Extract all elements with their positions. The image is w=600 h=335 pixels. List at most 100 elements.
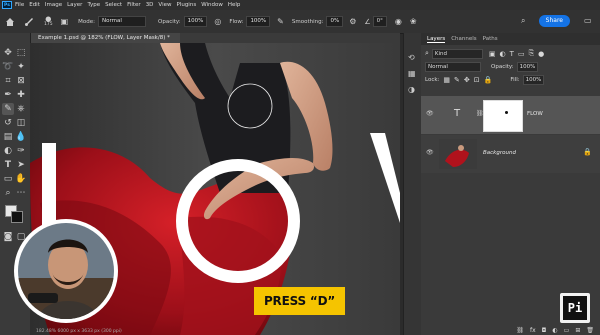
quick-mask-icon[interactable]: ◙ bbox=[2, 231, 14, 243]
flow-label: Flow: bbox=[229, 18, 244, 25]
menu-bar: Ps File Edit Image Layer Type Select Fil… bbox=[0, 0, 600, 10]
banner-text: PRESS “D” bbox=[263, 294, 336, 308]
lasso-tool-icon[interactable]: ➰ bbox=[2, 61, 14, 73]
layer-row-flow[interactable]: 👁 T ⛓ FLOW bbox=[421, 96, 600, 134]
pressure-opacity-icon[interactable]: ◎ bbox=[214, 17, 221, 26]
layer-opacity-field[interactable]: 100% bbox=[516, 61, 539, 72]
type-tool-icon[interactable]: T bbox=[2, 159, 14, 171]
stamp-tool-icon[interactable]: ⎈ bbox=[15, 103, 27, 115]
smoothing-field[interactable]: 0% bbox=[326, 16, 344, 27]
delete-layer-icon[interactable]: 🗑 bbox=[586, 327, 594, 334]
visibility-eye-icon[interactable]: 👁 bbox=[426, 110, 434, 117]
pen-tool-icon[interactable]: ✑ bbox=[15, 145, 27, 157]
smoothing-settings-icon[interactable]: ⚙ bbox=[349, 17, 356, 26]
healing-tool-icon[interactable]: ✚ bbox=[15, 89, 27, 101]
layer-fill-field[interactable]: 100% bbox=[522, 74, 545, 85]
shape-tool-icon[interactable]: ▭ bbox=[2, 173, 14, 185]
menu-3d[interactable]: 3D bbox=[146, 2, 154, 8]
tab-paths[interactable]: Paths bbox=[483, 36, 498, 42]
layers-panel-footer: ⛓ fx ◘ ◐ ▭ ⊞ 🗑 bbox=[421, 325, 600, 335]
angle-field[interactable]: 0° bbox=[372, 16, 387, 27]
brush-size-picker[interactable]: ● 175 bbox=[44, 15, 53, 28]
filter-shape-icon[interactable]: ▭ bbox=[518, 50, 525, 58]
brush-tool-icon[interactable] bbox=[24, 17, 34, 27]
lock-all-icon[interactable]: 🔒 bbox=[484, 76, 493, 84]
crop-tool-icon[interactable]: ⌗ bbox=[2, 75, 14, 87]
fill-label: Fill: bbox=[510, 76, 520, 83]
hand-tool-icon[interactable]: ✋ bbox=[15, 173, 27, 185]
tab-channels[interactable]: Channels bbox=[451, 36, 476, 42]
tab-layers[interactable]: Layers bbox=[427, 36, 446, 43]
menu-window[interactable]: Window bbox=[201, 2, 223, 8]
menu-view[interactable]: View bbox=[158, 2, 171, 8]
menu-plugins[interactable]: Plugins bbox=[176, 2, 196, 8]
menu-image[interactable]: Image bbox=[45, 2, 62, 8]
menu-help[interactable]: Help bbox=[228, 2, 241, 8]
lock-artboard-icon[interactable]: ⊡ bbox=[474, 76, 480, 84]
link-layers-icon[interactable]: ⛓ bbox=[516, 327, 524, 334]
opacity-field[interactable]: 100% bbox=[183, 16, 208, 27]
presenter-avatar bbox=[18, 223, 114, 319]
workspace-icon[interactable]: ▭ bbox=[584, 16, 592, 25]
filter-type-icon[interactable]: T bbox=[510, 50, 514, 58]
path-selection-tool-icon[interactable]: ➤ bbox=[15, 159, 27, 171]
lock-paint-icon[interactable]: ✎ bbox=[454, 76, 460, 84]
history-panel-icon[interactable]: ⟲ bbox=[408, 53, 415, 62]
share-button[interactable]: Share bbox=[538, 15, 570, 27]
visibility-eye-icon[interactable]: 👁 bbox=[426, 149, 434, 156]
zoom-tool-icon[interactable]: ⌕ bbox=[2, 187, 14, 199]
more-tools-icon[interactable]: ⋯ bbox=[15, 187, 27, 199]
layer-row-background[interactable]: 👁 Background 🔒 bbox=[421, 135, 600, 173]
lock-move-icon[interactable]: ✥ bbox=[464, 76, 470, 84]
background-color-swatch[interactable] bbox=[11, 211, 23, 223]
magic-wand-tool-icon[interactable]: ✦ bbox=[15, 61, 27, 73]
marquee-tool-icon[interactable]: ⬚ bbox=[15, 47, 27, 59]
menu-layer[interactable]: Layer bbox=[67, 2, 82, 8]
layer-mask-thumbnail[interactable] bbox=[483, 100, 523, 132]
flow-field[interactable]: 100% bbox=[246, 16, 271, 27]
adjustments-panel-icon[interactable]: ◑ bbox=[408, 85, 415, 94]
lock-pixels-icon[interactable]: ▦ bbox=[443, 76, 450, 84]
filter-pixel-icon[interactable]: ▣ bbox=[489, 50, 496, 58]
adjustment-layer-icon[interactable]: ◐ bbox=[552, 327, 557, 334]
eyedropper-tool-icon[interactable]: ✒ bbox=[2, 89, 14, 101]
menu-type[interactable]: Type bbox=[87, 2, 100, 8]
blur-tool-icon[interactable]: 💧 bbox=[15, 131, 27, 143]
airbrush-icon[interactable]: ✎ bbox=[277, 17, 284, 26]
menu-select[interactable]: Select bbox=[105, 2, 122, 8]
brush-settings-icon[interactable]: ▣ bbox=[61, 17, 69, 26]
blend-mode-select[interactable]: Normal bbox=[425, 61, 481, 72]
brush-tool-icon-active[interactable]: ✎ bbox=[2, 103, 14, 115]
layer-kind-filter[interactable]: Kind bbox=[431, 48, 483, 59]
opacity-label: Opacity: bbox=[158, 18, 181, 25]
frame-tool-icon[interactable]: ⊠ bbox=[15, 75, 27, 87]
eraser-tool-icon[interactable]: ◫ bbox=[15, 117, 27, 129]
add-mask-icon[interactable]: ◘ bbox=[542, 327, 547, 334]
panel-tabs: Layers Channels Paths bbox=[421, 33, 600, 45]
filter-smart-icon[interactable]: ⎘ bbox=[529, 49, 535, 58]
layer-name-background[interactable]: Background bbox=[483, 150, 516, 156]
properties-panel-icon[interactable]: ▦ bbox=[408, 69, 416, 78]
history-brush-tool-icon[interactable]: ↺ bbox=[2, 117, 14, 129]
opacity-label: Opacity: bbox=[491, 63, 514, 70]
fx-icon[interactable]: fx bbox=[530, 327, 536, 334]
layer-name-flow[interactable]: FLOW bbox=[527, 111, 543, 117]
layers-panel: Layers Channels Paths ⌕ Kind ▣ ◐ T ▭ ⎘ ●… bbox=[421, 33, 600, 335]
menu-edit[interactable]: Edit bbox=[29, 2, 40, 8]
new-layer-icon[interactable]: ⊞ bbox=[575, 327, 580, 334]
dodge-tool-icon[interactable]: ◐ bbox=[2, 145, 14, 157]
search-icon[interactable]: ⌕ bbox=[521, 16, 525, 26]
options-bar: ● 175 ▣ Mode: Normal Opacity: 100% ◎ Flo… bbox=[0, 10, 600, 34]
menu-filter[interactable]: Filter bbox=[127, 2, 141, 8]
pressure-size-icon[interactable]: ◉ bbox=[395, 17, 402, 26]
filter-adjust-icon[interactable]: ◐ bbox=[500, 50, 506, 58]
symmetry-icon[interactable]: ❀ bbox=[410, 17, 417, 26]
document-tab[interactable]: Example 1.psd @ 182% (FLOW, Layer Mask/8… bbox=[30, 33, 180, 43]
menu-file[interactable]: File bbox=[15, 2, 24, 8]
filter-toggle-icon[interactable]: ● bbox=[538, 50, 544, 58]
new-group-icon[interactable]: ▭ bbox=[564, 327, 570, 334]
home-icon[interactable] bbox=[5, 17, 15, 27]
mode-select[interactable]: Normal bbox=[98, 16, 146, 27]
move-tool-icon[interactable]: ✥ bbox=[2, 47, 14, 59]
gradient-tool-icon[interactable]: ▤ bbox=[2, 131, 14, 143]
